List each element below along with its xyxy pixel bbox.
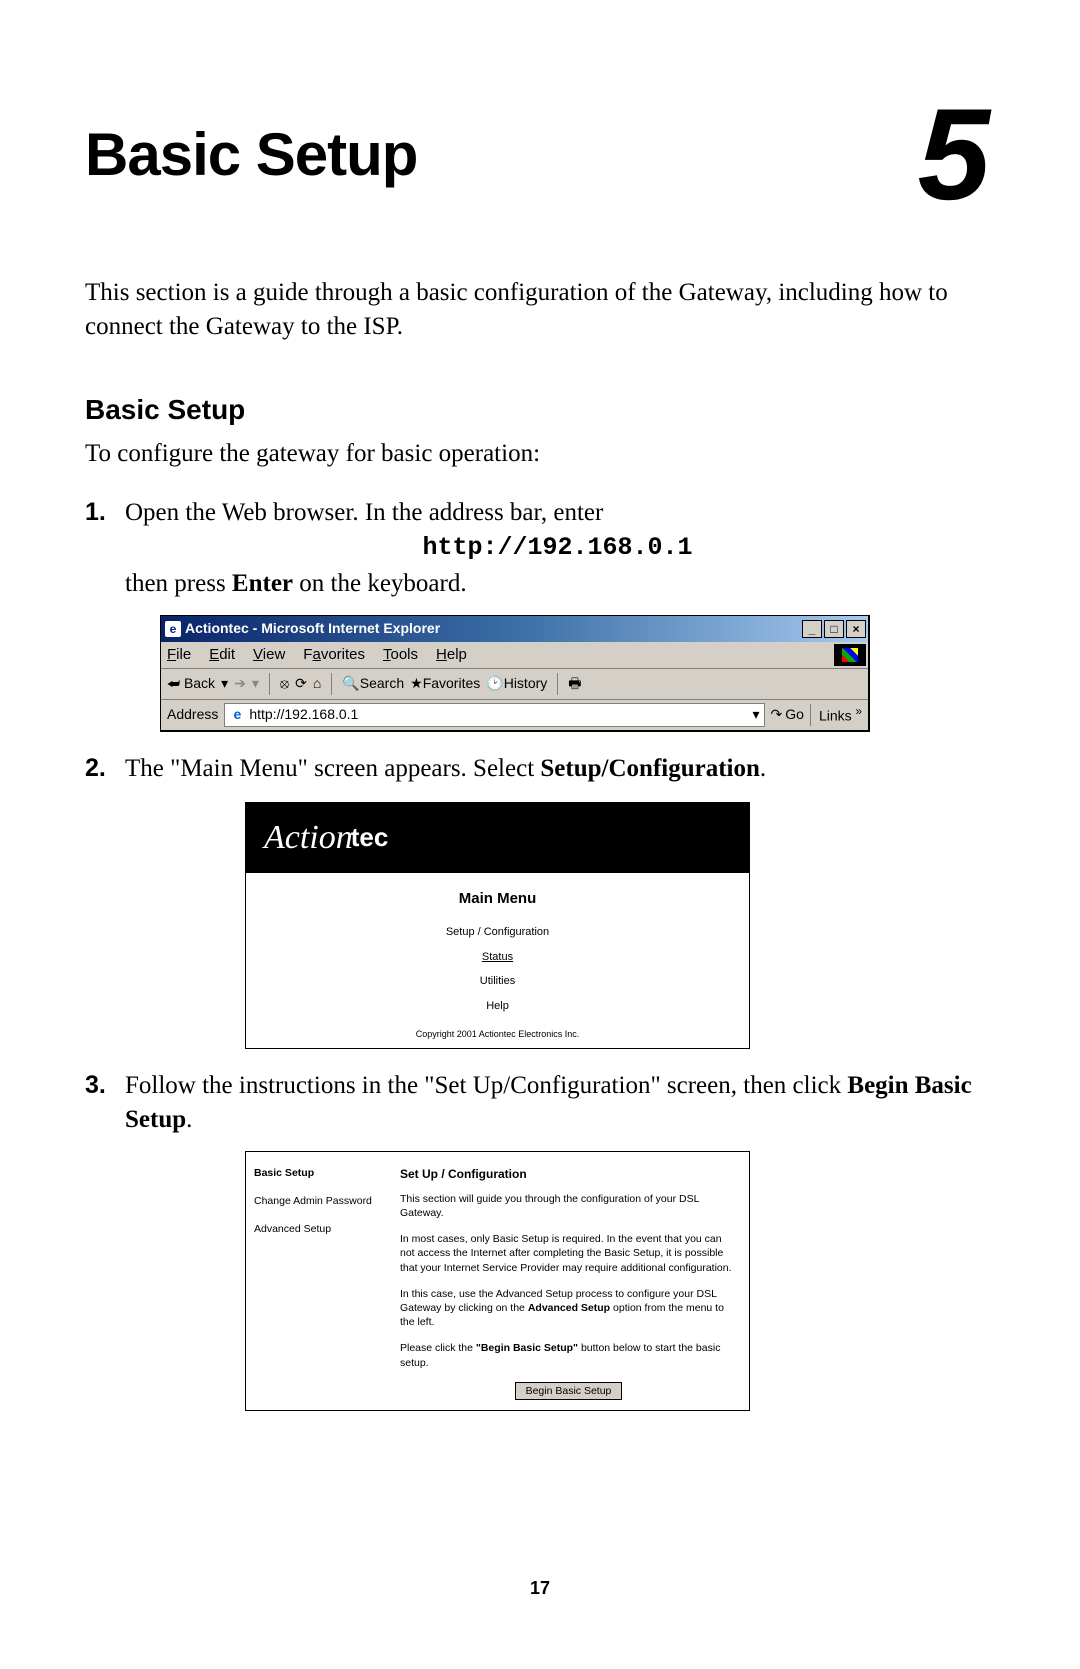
config-heading: Set Up / Configuration — [400, 1166, 737, 1182]
chapter-intro: This section is a guide through a basic … — [85, 276, 990, 344]
page-number: 17 — [0, 1578, 1080, 1599]
forward-button[interactable]: ➔ — [234, 674, 246, 693]
menu-view[interactable]: View — [253, 645, 285, 665]
stop-button[interactable]: ⦻ — [280, 674, 289, 693]
back-dropdown-icon[interactable]: ▾ — [221, 674, 228, 693]
refresh-button[interactable]: ⟳ — [295, 674, 307, 693]
step-1: Open the Web browser. In the address bar… — [85, 496, 990, 732]
section-lead: To configure the gateway for basic opera… — [85, 440, 990, 468]
address-label: Address — [167, 705, 218, 724]
side-advanced-setup[interactable]: Advanced Setup — [254, 1222, 384, 1236]
ie-titlebar: e Actiontec - Microsoft Internet Explore… — [161, 616, 868, 642]
chapter-number: 5 — [918, 102, 990, 206]
address-input[interactable]: e http://192.168.0.1 ▾ — [224, 703, 764, 727]
begin-basic-setup-button[interactable]: Begin Basic Setup — [515, 1382, 623, 1400]
page-icon: e — [229, 707, 245, 723]
search-button[interactable]: 🔍Search — [342, 674, 404, 693]
back-button[interactable]: ⮨ Back — [167, 674, 215, 693]
side-change-password[interactable]: Change Admin Password — [254, 1194, 384, 1208]
config-sidebar: Basic Setup Change Admin Password Advanc… — [246, 1152, 392, 1410]
step-3-c: . — [186, 1106, 192, 1133]
address-dropdown-icon[interactable]: ▾ — [752, 705, 759, 724]
config-p4: Please click the "Begin Basic Setup" but… — [400, 1341, 737, 1369]
ie-logo-icon: e — [165, 621, 181, 637]
go-button[interactable]: ↷Go — [771, 705, 804, 724]
menu-tools[interactable]: Tools — [383, 645, 418, 665]
step-1-url: http://192.168.0.1 — [125, 531, 990, 565]
ie-title-text: Actiontec - Microsoft Internet Explorer — [185, 619, 802, 638]
mainmenu-title: Main Menu — [246, 889, 749, 909]
config-p1: This section will guide you through the … — [400, 1192, 737, 1220]
menu-edit[interactable]: Edit — [209, 645, 235, 665]
maximize-button[interactable]: □ — [824, 620, 844, 638]
side-basic-setup[interactable]: Basic Setup — [254, 1166, 384, 1180]
history-button[interactable]: 🕑History — [486, 674, 547, 693]
mainmenu-utilities-link[interactable]: Utilities — [246, 974, 749, 989]
minimize-button[interactable]: _ — [802, 620, 822, 638]
ie-toolbar: ⮨ Back ▾ ➔ ▾ ⦻ ⟳ ⌂ 🔍Search ★Favorites 🕑H… — [161, 669, 868, 700]
step-1-enter: Enter — [232, 570, 293, 597]
step-3-a: Follow the instructions in the "Set Up/C… — [125, 1072, 847, 1099]
favorites-button[interactable]: ★Favorites — [410, 674, 480, 693]
step-2-c: . — [760, 755, 766, 782]
forward-dropdown-icon[interactable]: ▾ — [252, 674, 259, 693]
menu-file[interactable]: File — [167, 645, 191, 665]
address-value: http://192.168.0.1 — [249, 705, 358, 724]
step-2-a: The "Main Menu" screen appears. Select — [125, 755, 540, 782]
actiontec-logo: Actiontec — [246, 803, 749, 873]
chapter-title: Basic Setup — [85, 120, 417, 189]
menu-help[interactable]: Help — [436, 645, 467, 665]
chapter-header: Basic Setup 5 — [85, 120, 990, 206]
menu-favorites[interactable]: Favorites — [303, 645, 365, 665]
mainmenu-status-link[interactable]: Status — [246, 950, 749, 965]
home-button[interactable]: ⌂ — [313, 674, 321, 693]
ie-menubar: File Edit View Favorites Tools Help — [161, 642, 868, 669]
config-main: Set Up / Configuration This section will… — [392, 1152, 749, 1410]
step-1-line1: Open the Web browser. In the address bar… — [125, 499, 603, 526]
ie-screenshot: e Actiontec - Microsoft Internet Explore… — [160, 615, 870, 732]
step-1-line2c: on the keyboard. — [293, 570, 467, 597]
step-2-b: Setup/Configuration — [540, 755, 759, 782]
links-button[interactable]: Links » — [810, 704, 862, 726]
print-button[interactable]: 🖶 — [568, 674, 581, 693]
config-screenshot: Basic Setup Change Admin Password Advanc… — [245, 1151, 750, 1411]
section-heading: Basic Setup — [85, 394, 990, 426]
mainmenu-setup-link[interactable]: Setup / Configuration — [246, 925, 749, 940]
config-p3: In this case, use the Advanced Setup pro… — [400, 1287, 737, 1330]
ie-throbber-icon — [834, 644, 866, 666]
step-3: Follow the instructions in the "Set Up/C… — [85, 1069, 990, 1411]
mainmenu-help-link[interactable]: Help — [246, 999, 749, 1014]
step-1-line2a: then press — [125, 570, 232, 597]
config-p2: In most cases, only Basic Setup is requi… — [400, 1232, 737, 1275]
step-2: The "Main Menu" screen appears. Select S… — [85, 752, 990, 1050]
mainmenu-screenshot: Actiontec Main Menu Setup / Configuratio… — [245, 802, 750, 1050]
close-button[interactable]: × — [846, 620, 866, 638]
mainmenu-copyright: Copyright 2001 Actiontec Electronics Inc… — [246, 1028, 749, 1040]
ie-address-bar: Address e http://192.168.0.1 ▾ ↷Go Links… — [161, 700, 868, 730]
